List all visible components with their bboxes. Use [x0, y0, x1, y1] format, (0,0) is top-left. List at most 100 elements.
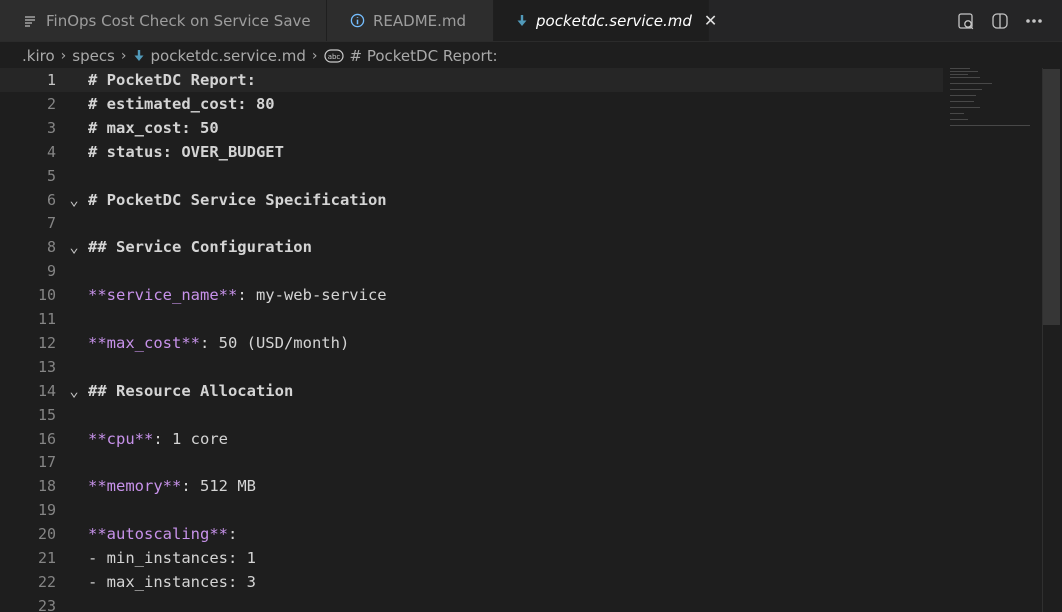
code-line[interactable]: 21 - min_instances: 1: [0, 546, 943, 570]
tab-label: README.md: [373, 11, 467, 30]
symbol-string-icon: abc: [323, 49, 344, 63]
line-number: 21: [37, 549, 56, 567]
line-number: 2: [46, 94, 56, 113]
line-number: 22: [37, 572, 56, 591]
bold-key: **cpu**: [88, 429, 154, 448]
code-line[interactable]: 12 **max_cost**: 50 (USD/month): [0, 331, 943, 355]
preview-icon[interactable]: [956, 11, 976, 31]
code-line[interactable]: 14 ⌄ ## Resource Allocation: [0, 379, 943, 403]
code-line[interactable]: 3 # max_cost: 50: [0, 116, 943, 140]
line-text: **autoscaling**:: [88, 522, 237, 546]
line-number: 19: [37, 501, 56, 520]
chevron-right-icon: ›: [120, 48, 127, 64]
fold-chevron-icon[interactable]: ⌄: [67, 188, 81, 212]
close-icon[interactable]: ✕: [704, 11, 717, 30]
bold-key: **max_cost**: [88, 333, 200, 352]
code-line[interactable]: 16 **cpu**: 1 core: [0, 427, 943, 451]
line-number: 12: [37, 333, 56, 352]
line-text: - max_instances: 3: [88, 572, 256, 591]
line-number: 10: [37, 286, 56, 305]
bold-key: **memory**: [88, 477, 182, 496]
line-text: # PocketDC Report:: [88, 71, 256, 89]
code-line[interactable]: 10 **service_name**: my-web-service: [0, 283, 943, 307]
line-number: 17: [37, 453, 56, 472]
line-text: # PocketDC Service Specification: [88, 190, 387, 209]
editor-actions: [956, 0, 1044, 41]
line-number: 8: [46, 238, 56, 257]
line-number: 14: [37, 381, 56, 400]
info-icon: [349, 13, 365, 28]
value-text: : 50 (USD/month): [199, 333, 350, 352]
code-line[interactable]: 19: [0, 498, 943, 522]
bold-key: **autoscaling**: [88, 525, 228, 544]
breadcrumb-item-specs[interactable]: specs: [72, 47, 115, 65]
tab-finops-cost-check[interactable]: FinOps Cost Check on Service Save: [0, 0, 327, 41]
code-line[interactable]: 9: [0, 259, 943, 283]
line-number: 15: [37, 405, 56, 424]
line-number: 5: [46, 166, 56, 185]
vertical-scrollbar[interactable]: [1043, 69, 1060, 325]
code-line[interactable]: 20 **autoscaling**:: [0, 522, 943, 546]
tab-label: FinOps Cost Check on Service Save: [46, 11, 311, 30]
code-line[interactable]: 17: [0, 450, 943, 474]
breadcrumb: .kiro › specs › pocketdc.service.md › ab…: [22, 44, 498, 68]
line-number: 13: [37, 357, 56, 376]
line-text: ## Service Configuration: [88, 238, 312, 257]
chevron-right-icon: ›: [311, 48, 318, 64]
code-line[interactable]: 1 # PocketDC Report:: [0, 68, 943, 92]
value-text: : 1 core: [153, 429, 228, 448]
line-text: **memory**: 512 MB: [88, 474, 256, 498]
markdown-download-icon: [516, 14, 528, 28]
line-number: 11: [37, 310, 56, 328]
line-number: 6: [46, 190, 56, 209]
code-line[interactable]: 23: [0, 594, 943, 612]
line-number: 7: [46, 214, 56, 233]
line-text: - min_instances: 1: [88, 549, 256, 567]
line-text: **cpu**: 1 core: [88, 427, 228, 451]
code-line[interactable]: 2 # estimated_cost: 80: [0, 92, 943, 116]
list-icon: [22, 15, 38, 27]
line-text: **max_cost**: 50 (USD/month): [88, 331, 349, 355]
breadcrumb-item-kiro[interactable]: .kiro: [22, 47, 55, 65]
line-text: # max_cost: 50: [88, 118, 219, 137]
line-text: ## Resource Allocation: [88, 381, 294, 400]
line-number: 1: [46, 71, 56, 89]
code-line[interactable]: 6 ⌄ # PocketDC Service Specification: [0, 188, 943, 212]
bold-key: **service_name**: [88, 286, 238, 305]
breadcrumb-item-file[interactable]: pocketdc.service.md: [151, 47, 306, 65]
line-text: # status: OVER_BUDGET: [88, 142, 284, 161]
value-text: : 512 MB: [181, 477, 256, 496]
code-line[interactable]: 8 ⌄ ## Service Configuration: [0, 235, 943, 259]
code-editor[interactable]: 1 # PocketDC Report: 2 # estimated_cost: 80…: [0, 68, 1040, 612]
code-line[interactable]: 11: [0, 307, 943, 331]
split-editor-icon[interactable]: [990, 11, 1010, 31]
tab-label: pocketdc.service.md: [536, 11, 692, 30]
svg-text:abc: abc: [327, 53, 340, 61]
breadcrumb-item-symbol[interactable]: # PocketDC Report:: [350, 47, 498, 65]
tab-bar: FinOps Cost Check on Service Save README…: [0, 0, 1062, 42]
fold-chevron-icon[interactable]: ⌄: [67, 235, 81, 259]
line-number: 3: [46, 118, 56, 137]
line-number: 20: [37, 525, 56, 544]
code-line[interactable]: 18 **memory**: 512 MB: [0, 474, 943, 498]
line-text: # estimated_cost: 80: [88, 94, 275, 113]
fold-chevron-icon[interactable]: ⌄: [67, 379, 81, 403]
line-number: 18: [37, 477, 56, 496]
value-text: :: [227, 525, 238, 544]
chevron-right-icon: ›: [60, 48, 67, 64]
code-line[interactable]: 4 # status: OVER_BUDGET: [0, 140, 943, 164]
code-line[interactable]: 15: [0, 403, 943, 427]
value-text: : my-web-service: [237, 286, 387, 305]
code-line[interactable]: 5: [0, 164, 943, 188]
tab-readme[interactable]: README.md: [327, 0, 494, 41]
minimap[interactable]: [950, 68, 1040, 128]
code-line[interactable]: 22 - max_instances: 3: [0, 570, 943, 594]
line-number: 23: [37, 596, 56, 612]
more-actions-icon[interactable]: [1024, 11, 1044, 31]
line-number: 4: [46, 142, 56, 161]
code-line[interactable]: 7: [0, 211, 943, 235]
tab-pocketdc-service[interactable]: pocketdc.service.md ✕: [494, 0, 717, 41]
code-line[interactable]: 13: [0, 355, 943, 379]
line-number: 16: [37, 429, 56, 448]
line-text: **service_name**: my-web-service: [88, 283, 387, 307]
